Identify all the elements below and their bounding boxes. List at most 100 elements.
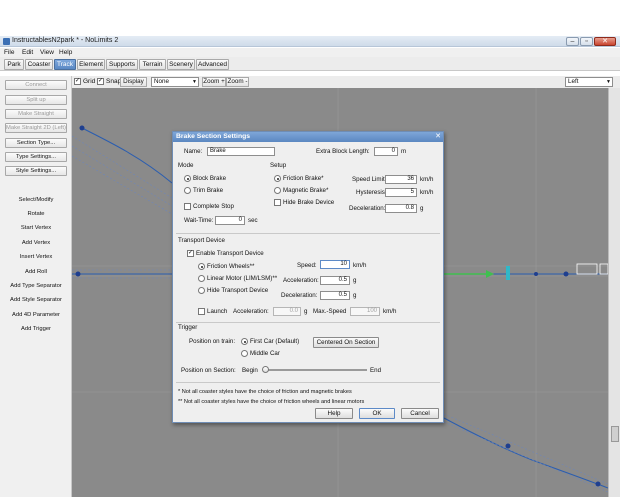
magnetic-brake-radio[interactable] — [274, 187, 281, 194]
launch-checkbox[interactable] — [198, 308, 205, 315]
transport-speed-input[interactable]: 10 — [320, 260, 350, 269]
hysteresis-unit: km/h — [420, 189, 434, 196]
speed-limit-label: Speed Limit: — [352, 176, 387, 183]
launch-acceleration-unit: g — [304, 308, 308, 315]
scrollbar-thumb[interactable] — [611, 426, 619, 442]
brake-deceleration-label: Deceleration: — [349, 205, 386, 212]
tab-advanced[interactable]: Advanced — [196, 59, 229, 70]
first-car-radio[interactable] — [241, 338, 248, 345]
friction-brake-label: Friction Brake* — [283, 175, 324, 182]
friction-wheels-radio[interactable] — [198, 263, 205, 270]
tab-park[interactable]: Park — [4, 59, 24, 70]
tool-insert-vertex[interactable]: Insert Vertex — [0, 254, 72, 260]
zoom-out-button[interactable]: Zoom - — [226, 77, 249, 87]
display-button[interactable]: Display — [120, 77, 147, 87]
speed-limit-input[interactable]: 36 — [385, 175, 417, 184]
max-speed-label: Max.-Speed — [313, 308, 347, 315]
launch-acceleration-input[interactable]: 0.0 — [273, 307, 301, 316]
menu-help[interactable]: Help — [59, 49, 72, 56]
centered-on-section-button[interactable]: Centered On Section — [313, 337, 379, 348]
section-type-button[interactable]: Section Type... — [5, 138, 67, 148]
name-label: Name: — [184, 148, 203, 155]
brake-deceleration-input[interactable]: 0.8 — [385, 204, 417, 213]
make-straight-2d-button[interactable]: Make Straight 2D (Left) — [5, 123, 67, 133]
max-speed-input[interactable]: 100 — [350, 307, 380, 316]
friction-brake-radio[interactable] — [274, 175, 281, 182]
position-slider-thumb[interactable] — [262, 366, 269, 373]
make-straight-button[interactable]: Make Straight — [5, 109, 67, 119]
position-slider-track[interactable] — [263, 369, 367, 371]
track-spline — [443, 417, 608, 489]
tool-add-trigger[interactable]: Add Trigger — [0, 326, 72, 332]
linear-motor-label: Linear Motor (LIM/LSM)** — [207, 275, 278, 282]
close-icon[interactable]: ✕ — [434, 133, 442, 141]
tab-supports[interactable]: Supports — [106, 59, 138, 70]
minimize-button[interactable]: – — [566, 37, 579, 46]
hide-transport-radio[interactable] — [198, 287, 205, 294]
enable-transport-label: Enable Transport Device — [196, 250, 264, 257]
transport-deceleration-input[interactable]: 0.5 — [320, 291, 350, 300]
hysteresis-label: Hysteresis: — [356, 189, 387, 196]
viewport-vertical-scrollbar[interactable] — [608, 88, 620, 497]
linear-motor-radio[interactable] — [198, 275, 205, 282]
tool-rotate[interactable]: Rotate — [0, 211, 72, 217]
split-up-button[interactable]: Split up — [5, 95, 67, 105]
hysteresis-input[interactable]: 5 — [385, 188, 417, 197]
menu-file[interactable]: File — [4, 49, 14, 56]
block-brake-radio[interactable] — [184, 175, 191, 182]
view-select[interactable]: Left ▼ — [565, 77, 613, 87]
style-settings-button[interactable]: Style Settings... — [5, 166, 67, 176]
cancel-button[interactable]: Cancel — [401, 408, 439, 419]
tool-start-vertex[interactable]: Start Vertex — [0, 225, 72, 231]
hide-transport-label: Hide Transport Device — [207, 287, 269, 294]
name-input[interactable]: Brake — [207, 147, 275, 156]
main-tab-bar: Park Coaster Track Element Supports Terr… — [0, 57, 620, 71]
connect-button[interactable]: Connect — [5, 80, 67, 90]
enable-transport-checkbox[interactable]: ✓ — [187, 250, 194, 257]
trim-brake-label: Trim Brake — [193, 187, 224, 194]
menu-view[interactable]: View — [40, 49, 54, 56]
tab-track[interactable]: Track — [54, 59, 76, 70]
divider — [176, 233, 440, 234]
dialog-title: Brake Section Settings — [173, 132, 443, 142]
type-settings-button[interactable]: Type Settings... — [5, 152, 67, 162]
zoom-in-button[interactable]: Zoom + — [202, 77, 226, 87]
tab-coaster[interactable]: Coaster — [25, 59, 53, 70]
wait-time-input[interactable]: 0 — [215, 216, 245, 225]
hide-brake-device-checkbox[interactable] — [274, 199, 281, 206]
tool-add-roll[interactable]: Add Roll — [0, 269, 72, 275]
tab-scenery[interactable]: Scenery — [167, 59, 195, 70]
tool-add-type-separator[interactable]: Add Type Separator — [0, 283, 72, 289]
hide-brake-device-label: Hide Brake Device — [283, 199, 335, 206]
view-select-value: Left — [568, 78, 579, 85]
maximize-button[interactable]: ▫ — [580, 37, 593, 46]
transport-speed-unit: km/h — [353, 262, 367, 269]
tab-terrain[interactable]: Terrain — [139, 59, 166, 70]
track-tool-panel: Connect Split up Make Straight Make Stra… — [0, 76, 72, 497]
speed-limit-unit: km/h — [420, 176, 434, 183]
window-close-button[interactable]: ✕ — [594, 37, 616, 46]
block-brake-label: Block Brake — [193, 175, 227, 182]
menu-edit[interactable]: Edit — [22, 49, 33, 56]
first-car-label: First Car (Default) — [250, 338, 300, 345]
snap-checkbox[interactable]: ✓ — [97, 78, 104, 85]
tool-add-style-separator[interactable]: Add Style Separator — [0, 297, 72, 303]
ok-button[interactable]: OK — [359, 408, 395, 419]
middle-car-radio[interactable] — [241, 350, 248, 357]
tool-add-4d-parameter[interactable]: Add 4D Parameter — [0, 312, 72, 318]
display-select[interactable]: None ▼ — [151, 77, 199, 87]
tool-add-vertex[interactable]: Add Vertex — [0, 240, 72, 246]
transport-acceleration-input[interactable]: 0.5 — [320, 276, 350, 285]
position-on-section-label: Position on Section: — [181, 367, 236, 374]
trim-brake-radio[interactable] — [184, 187, 191, 194]
app-icon — [3, 38, 10, 45]
extra-block-length-input[interactable]: 0 — [374, 147, 398, 156]
window-titlebar: InstructablesN2park * - NoLimits 2 – ▫ ✕ — [0, 36, 620, 47]
tab-element[interactable]: Element — [77, 59, 105, 70]
track-support — [72, 145, 173, 207]
grid-checkbox[interactable]: ✓ — [74, 78, 81, 85]
tool-select-modify[interactable]: Select/Modify — [0, 197, 72, 203]
help-button[interactable]: Help — [315, 408, 353, 419]
divider — [176, 322, 440, 323]
complete-stop-checkbox[interactable] — [184, 203, 191, 210]
